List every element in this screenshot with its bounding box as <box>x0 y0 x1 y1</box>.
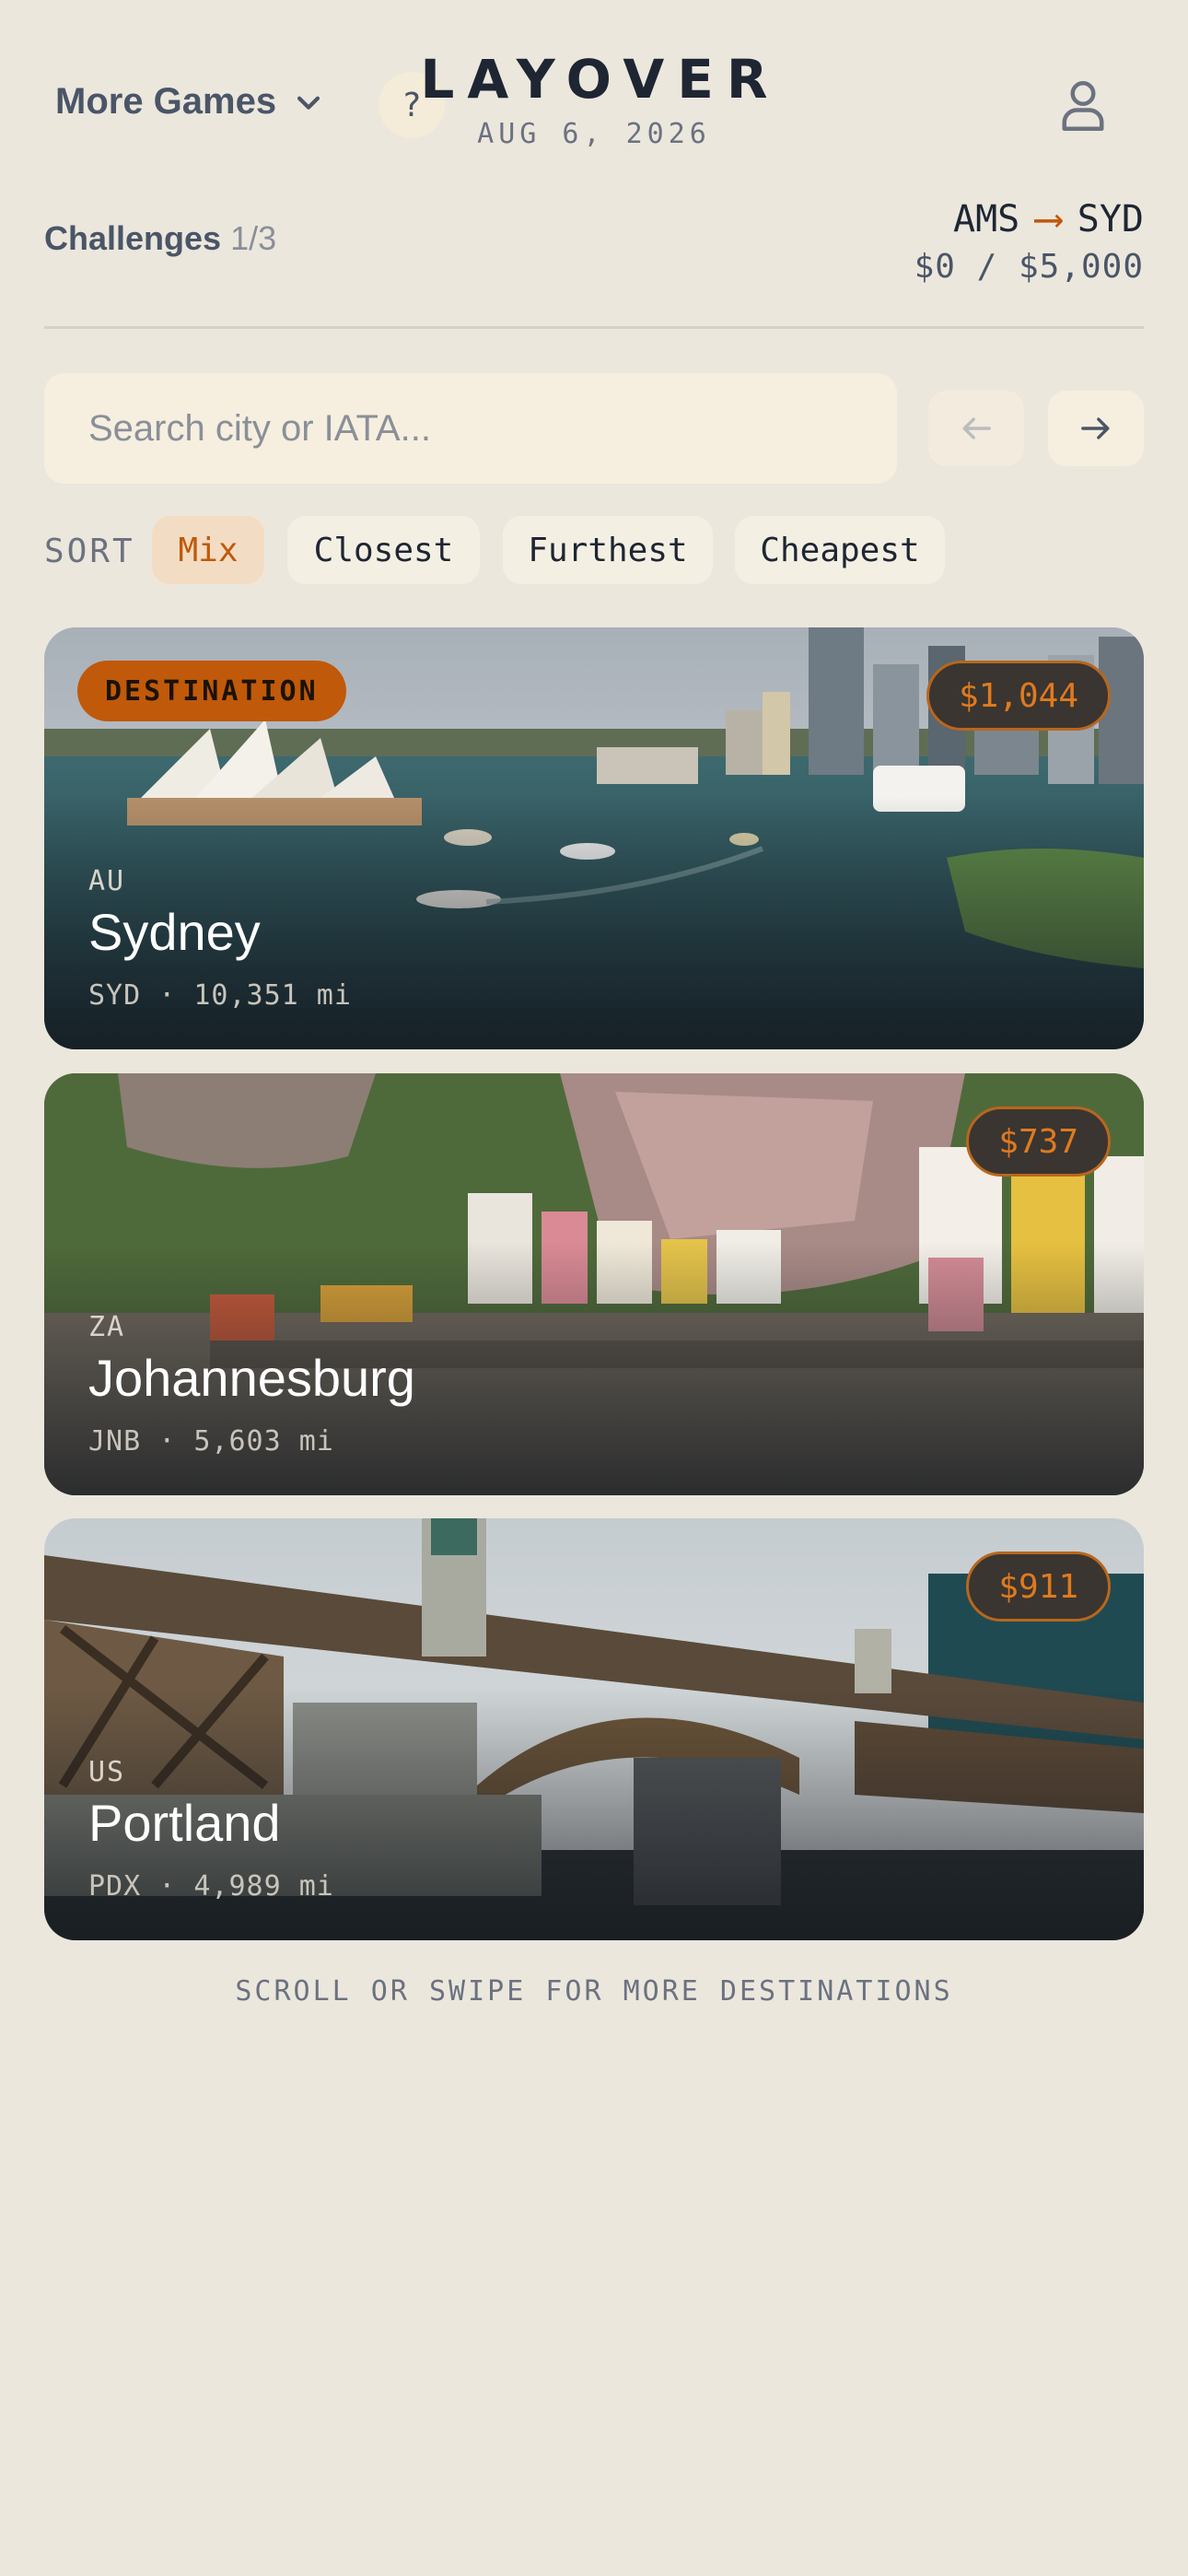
destination-card-johannesburg[interactable]: $737 ZA Johannesburg JNB · 5,603 mi <box>44 1073 1144 1495</box>
scroll-hint: SCROLL OR SWIPE FOR MORE DESTINATIONS <box>235 1975 953 2008</box>
budget-readout: $0 / $5,000 <box>914 248 1144 286</box>
city-meta: JNB · 5,603 mi <box>88 1425 334 1458</box>
sort-mix-chip[interactable]: Mix <box>152 516 264 584</box>
route-arrow-icon: ⟶ <box>1036 195 1061 242</box>
user-icon <box>1062 81 1104 131</box>
arrow-right-icon <box>1081 417 1110 439</box>
route-summary: AMS ⟶ SYD $0 / $5,000 <box>914 195 1144 286</box>
country-code: ZA <box>88 1311 126 1343</box>
price-badge: $737 <box>966 1107 1111 1177</box>
divider <box>44 326 1144 329</box>
profile-button[interactable] <box>1053 76 1113 136</box>
destination-badge: DESTINATION <box>77 661 346 721</box>
city-name: Sydney <box>88 903 261 961</box>
city-meta: SYD · 10,351 mi <box>88 979 352 1012</box>
sort-furthest-chip[interactable]: Furthest <box>503 516 713 584</box>
game-date: AUG 6, 2026 <box>477 118 711 150</box>
destination-code: SYD <box>1077 197 1144 240</box>
sort-cheapest-chip[interactable]: Cheapest <box>735 516 945 584</box>
city-meta: PDX · 4,989 mi <box>88 1870 334 1903</box>
challenges-counter[interactable]: Challenges 1/3 <box>44 219 276 258</box>
country-code: AU <box>88 865 126 897</box>
app-title: LAYOVER <box>420 48 781 111</box>
search-input[interactable] <box>44 373 897 484</box>
destination-card-sydney[interactable]: DESTINATION $1,044 AU Sydney SYD · 10,35… <box>44 627 1144 1049</box>
previous-button[interactable] <box>928 391 1024 466</box>
challenges-count: 1/3 <box>230 219 277 257</box>
challenges-label: Challenges <box>44 219 222 257</box>
city-name: Portland <box>88 1794 281 1852</box>
next-button[interactable] <box>1048 391 1144 466</box>
sort-closest-chip[interactable]: Closest <box>287 516 480 584</box>
city-name: Johannesburg <box>88 1349 415 1407</box>
price-badge: $1,044 <box>926 661 1111 731</box>
origin-code: AMS <box>953 197 1020 240</box>
arrow-left-icon <box>962 417 991 439</box>
header: More Games ? LAYOVER AUG 6, 2026 <box>0 0 1188 175</box>
sort-label: SORT <box>44 533 135 570</box>
country-code: US <box>88 1756 126 1788</box>
destination-card-portland[interactable]: $911 US Portland PDX · 4,989 mi <box>44 1518 1144 1940</box>
price-badge: $911 <box>966 1551 1111 1622</box>
